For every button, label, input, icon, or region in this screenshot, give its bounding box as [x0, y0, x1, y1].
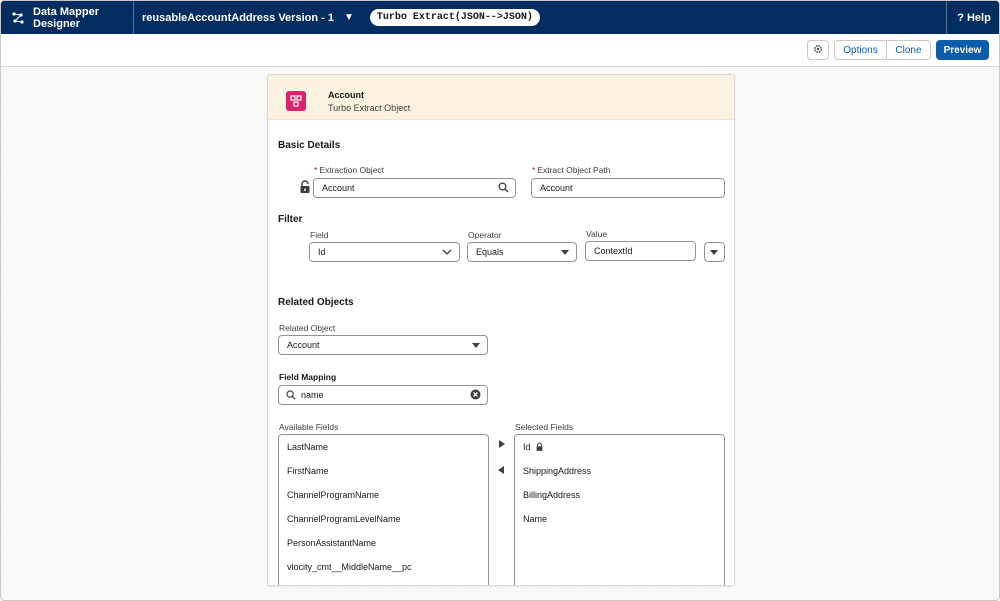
- filter-operator-select[interactable]: Equals: [467, 242, 577, 262]
- list-item[interactable]: LastName: [279, 435, 488, 459]
- related-objects-heading: Related Objects: [278, 297, 354, 308]
- search-icon: [286, 390, 296, 402]
- field-search-value: name: [301, 390, 324, 400]
- type-badge: Turbo Extract(JSON-->JSON): [369, 9, 540, 26]
- extraction-object-value: Account: [322, 183, 355, 193]
- field-search-input[interactable]: name: [278, 385, 488, 405]
- extract-path-label-text: Extract Object Path: [537, 165, 611, 175]
- basic-details-heading: Basic Details: [278, 140, 341, 151]
- related-object-label: Related Object: [279, 323, 336, 333]
- required-marker: *: [532, 165, 536, 175]
- available-fields-label: Available Fields: [279, 422, 339, 432]
- list-item[interactable]: ChannelProgramLevelName: [279, 507, 488, 531]
- top-bar: Data Mapper Designer reusableAccountAddr…: [1, 1, 999, 34]
- clear-icon[interactable]: [470, 389, 481, 400]
- version-label: reusableAccountAddress Version - 1: [142, 11, 334, 24]
- extraction-object-input[interactable]: Account: [313, 178, 516, 198]
- filter-operator-value: Equals: [476, 247, 504, 257]
- list-item[interactable]: ChannelProgramName: [279, 483, 488, 507]
- extract-path-value: Account: [540, 183, 573, 193]
- search-icon: [498, 182, 509, 193]
- move-left-button[interactable]: [497, 465, 505, 477]
- list-item[interactable]: vlocity_cmt__MiddleName__pc: [279, 555, 488, 579]
- list-item[interactable]: ShippingAddress: [515, 459, 724, 483]
- filter-value-label: Value: [586, 229, 608, 239]
- selected-fields-label: Selected Fields: [515, 422, 574, 432]
- filter-value-value: ContextId: [594, 246, 633, 256]
- turbo-extract-object-icon: [286, 91, 306, 111]
- clone-button[interactable]: Clone: [887, 40, 931, 60]
- filter-field-value: Id: [318, 247, 326, 257]
- list-item[interactable]: Name: [515, 507, 724, 531]
- list-item[interactable]: FirstName: [279, 459, 488, 483]
- options-button[interactable]: Options: [834, 40, 887, 60]
- list-item[interactable]: BillingAddress: [515, 483, 724, 507]
- caret-down-icon: [709, 247, 719, 257]
- card-header: Account Turbo Extract Object: [268, 75, 734, 120]
- move-right-button[interactable]: [498, 439, 506, 451]
- settings-button[interactable]: [807, 40, 829, 60]
- list-item-label: Id: [523, 442, 531, 452]
- extraction-object-label-text: Extraction Object: [319, 165, 385, 175]
- app-title-label: Data Mapper Designer: [33, 5, 100, 30]
- filter-value-type-button[interactable]: [704, 242, 725, 262]
- related-object-value: Account: [287, 340, 320, 350]
- lock-icon: [535, 442, 544, 452]
- selected-fields-list[interactable]: Id ShippingAddress BillingAddress Name: [514, 434, 725, 585]
- caret-down-icon: [471, 340, 481, 350]
- filter-operator-label: Operator: [468, 230, 502, 240]
- chevron-down-icon: [441, 246, 453, 258]
- options-clone-group: Options Clone: [834, 40, 931, 60]
- toolbar: Options Clone Preview: [1, 34, 999, 67]
- chevron-down-icon[interactable]: ▼: [344, 12, 354, 23]
- list-item[interactable]: Id: [515, 435, 724, 459]
- field-mapping-label: Field Mapping: [279, 372, 337, 382]
- related-object-select[interactable]: Account: [278, 335, 488, 355]
- lock-icon: [298, 180, 312, 197]
- card-subtitle: Turbo Extract Object: [328, 103, 411, 113]
- extraction-object-label: * Extraction Object: [314, 165, 384, 175]
- extract-path-label: * Extract Object Path: [532, 165, 611, 175]
- required-marker: *: [314, 165, 318, 175]
- app-title: Data Mapper Designer: [1, 1, 134, 34]
- version-selector[interactable]: reusableAccountAddress Version - 1 ▼: [134, 1, 362, 34]
- gear-icon: [813, 43, 823, 57]
- filter-value-input[interactable]: ContextId: [585, 241, 696, 261]
- available-fields-list[interactable]: LastName FirstName ChannelProgramName Ch…: [278, 434, 489, 585]
- data-mapper-logo-icon: [11, 11, 25, 25]
- card-title: Account: [328, 90, 364, 100]
- help-button[interactable]: ? Help: [946, 1, 999, 34]
- filter-field-select[interactable]: Id: [309, 242, 460, 262]
- caret-down-icon: [560, 247, 570, 257]
- app-frame: Data Mapper Designer reusableAccountAddr…: [0, 0, 1000, 601]
- extract-path-input[interactable]: Account: [531, 178, 725, 198]
- filter-field-label: Field: [310, 230, 329, 240]
- list-item[interactable]: PersonAssistantName: [279, 531, 488, 555]
- preview-button[interactable]: Preview: [936, 40, 989, 60]
- object-card: Account Turbo Extract Object Basic Detai…: [267, 74, 735, 586]
- filter-heading: Filter: [278, 214, 303, 225]
